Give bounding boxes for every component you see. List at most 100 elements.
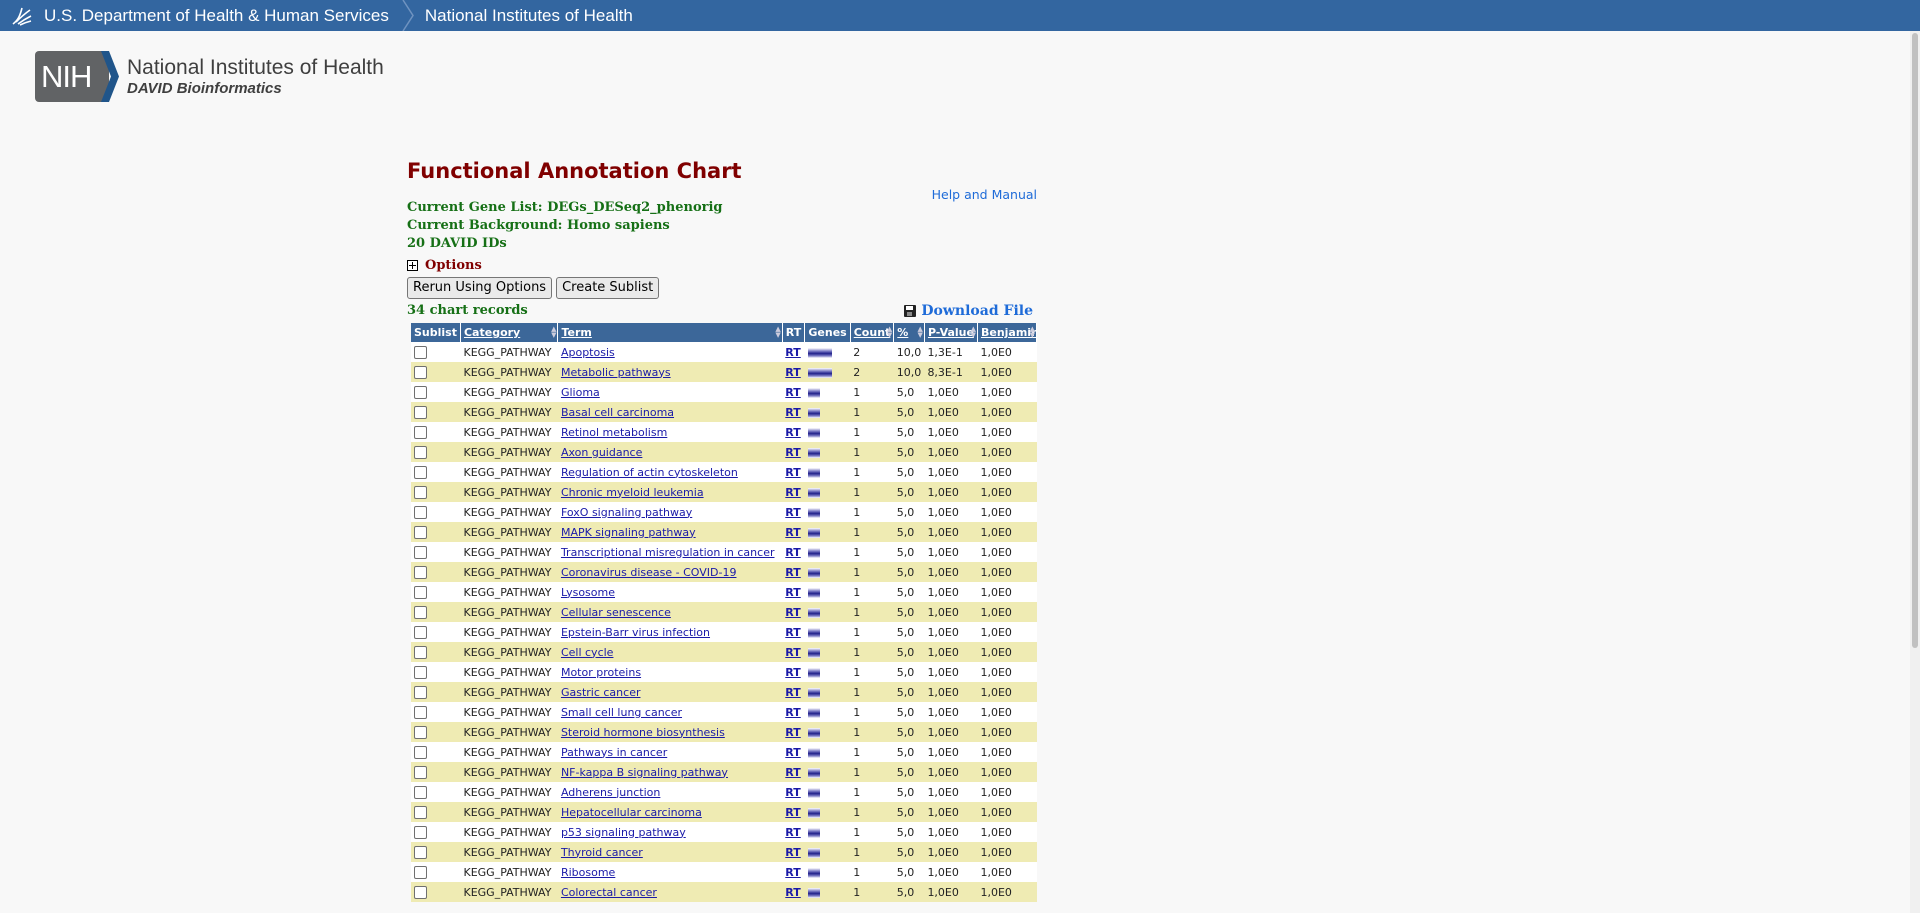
term-link[interactable]: Lysosome (561, 586, 615, 599)
term-link[interactable]: Epstein-Barr virus infection (561, 626, 710, 639)
gene-bar-icon[interactable] (807, 447, 820, 458)
sublist-checkbox[interactable] (414, 425, 427, 439)
term-link[interactable]: Small cell lung cancer (561, 706, 682, 719)
rt-link[interactable]: RT (785, 746, 800, 759)
col-percent-label[interactable]: % (897, 326, 908, 339)
download-file-label[interactable]: Download File (921, 303, 1033, 319)
sublist-checkbox[interactable] (414, 705, 427, 719)
gene-bar-icon[interactable] (807, 527, 820, 538)
rt-link[interactable]: RT (785, 846, 800, 859)
sublist-checkbox[interactable] (414, 845, 427, 859)
rt-link[interactable]: RT (785, 346, 800, 359)
gene-bar-icon[interactable] (807, 687, 820, 698)
sort-arrows-icon[interactable]: ▲ ▼ (551, 326, 556, 339)
gene-bar-icon[interactable] (807, 647, 820, 658)
term-link[interactable]: Chronic myeloid leukemia (561, 486, 704, 499)
sort-arrows-icon[interactable]: ▲ ▼ (971, 326, 976, 339)
col-pvalue-label[interactable]: P-Value (928, 326, 974, 339)
nih-logo[interactable]: NIH National Institutes of Health DAVID … (35, 51, 384, 102)
gene-bar-icon[interactable] (807, 727, 820, 738)
rt-link[interactable]: RT (785, 486, 800, 499)
rt-link[interactable]: RT (785, 586, 800, 599)
gene-bar-icon[interactable] (807, 427, 820, 438)
gene-bar-icon[interactable] (807, 767, 820, 778)
hhs-link[interactable]: U.S. Department of Health & Human Servic… (44, 6, 389, 26)
col-term-label[interactable]: Term (561, 326, 591, 339)
sublist-checkbox[interactable] (414, 365, 427, 379)
gene-bar-icon[interactable] (807, 867, 820, 878)
term-link[interactable]: Hepatocellular carcinoma (561, 806, 702, 819)
rt-link[interactable]: RT (785, 666, 800, 679)
rt-link[interactable]: RT (785, 606, 800, 619)
gene-bar-icon[interactable] (807, 347, 832, 358)
gene-bar-icon[interactable] (807, 467, 820, 478)
rerun-options-button[interactable]: Rerun Using Options (407, 277, 553, 299)
sublist-checkbox[interactable] (414, 445, 427, 459)
rt-link[interactable]: RT (785, 806, 800, 819)
gene-bar-icon[interactable] (807, 487, 820, 498)
col-benjamini-label[interactable]: Benjamini (981, 326, 1036, 339)
sort-arrows-icon[interactable]: ▲ ▼ (775, 326, 780, 339)
term-link[interactable]: Cell cycle (561, 646, 614, 659)
gene-bar-icon[interactable] (807, 547, 820, 558)
gene-bar-icon[interactable] (807, 387, 820, 398)
rt-link[interactable]: RT (785, 526, 800, 539)
term-link[interactable]: Coronavirus disease - COVID-19 (561, 566, 737, 579)
rt-link[interactable]: RT (785, 386, 800, 399)
sublist-checkbox[interactable] (414, 645, 427, 659)
term-link[interactable]: Adherens junction (561, 786, 660, 799)
col-category-label[interactable]: Category (464, 326, 520, 339)
sublist-checkbox[interactable] (414, 545, 427, 559)
term-link[interactable]: Glioma (561, 386, 600, 399)
sublist-checkbox[interactable] (414, 505, 427, 519)
sublist-checkbox[interactable] (414, 725, 427, 739)
gene-bar-icon[interactable] (807, 667, 820, 678)
rt-link[interactable]: RT (785, 566, 800, 579)
gene-bar-icon[interactable] (807, 747, 820, 758)
term-link[interactable]: Colorectal cancer (561, 886, 657, 899)
term-link[interactable]: Pathways in cancer (561, 746, 667, 759)
term-link[interactable]: Transcriptional misregulation in cancer (561, 546, 775, 559)
term-link[interactable]: Apoptosis (561, 346, 615, 359)
gene-bar-icon[interactable] (807, 407, 820, 418)
rt-link[interactable]: RT (785, 466, 800, 479)
sublist-checkbox[interactable] (414, 465, 427, 479)
rt-link[interactable]: RT (785, 706, 800, 719)
col-category[interactable]: Category ▲ ▼ (460, 323, 559, 342)
gene-bar-icon[interactable] (807, 847, 820, 858)
sublist-checkbox[interactable] (414, 605, 427, 619)
term-link[interactable]: MAPK signaling pathway (561, 526, 696, 539)
gene-bar-icon[interactable] (807, 787, 820, 798)
gene-bar-icon[interactable] (807, 827, 820, 838)
sort-arrows-icon[interactable]: ▲ ▼ (1030, 326, 1035, 339)
sublist-checkbox[interactable] (414, 765, 427, 779)
rt-link[interactable]: RT (785, 626, 800, 639)
download-file-link[interactable]: Download File (904, 303, 1033, 319)
term-link[interactable]: Axon guidance (561, 446, 642, 459)
sublist-checkbox[interactable] (414, 485, 427, 499)
sublist-checkbox[interactable] (414, 685, 427, 699)
nih-link[interactable]: National Institutes of Health (425, 6, 633, 26)
term-link[interactable]: NF-kappa B signaling pathway (561, 766, 728, 779)
create-sublist-button[interactable]: Create Sublist (556, 277, 660, 299)
sort-arrows-icon[interactable]: ▲ ▼ (887, 326, 892, 339)
gene-bar-icon[interactable] (807, 807, 820, 818)
options-toggle[interactable]: Options (407, 258, 1037, 273)
rt-link[interactable]: RT (785, 506, 800, 519)
col-pvalue[interactable]: P-Value ▲ ▼ (924, 323, 978, 342)
rt-link[interactable]: RT (785, 826, 800, 839)
term-link[interactable]: Gastric cancer (561, 686, 641, 699)
sublist-checkbox[interactable] (414, 785, 427, 799)
term-link[interactable]: Cellular senescence (561, 606, 671, 619)
term-link[interactable]: p53 signaling pathway (561, 826, 686, 839)
sublist-checkbox[interactable] (414, 805, 427, 819)
sublist-checkbox[interactable] (414, 585, 427, 599)
sublist-checkbox[interactable] (414, 825, 427, 839)
rt-link[interactable]: RT (785, 726, 800, 739)
rt-link[interactable]: RT (785, 446, 800, 459)
term-link[interactable]: Metabolic pathways (561, 366, 671, 379)
sublist-checkbox[interactable] (414, 405, 427, 419)
term-link[interactable]: Ribosome (561, 866, 615, 879)
term-link[interactable]: Motor proteins (561, 666, 641, 679)
rt-link[interactable]: RT (785, 686, 800, 699)
